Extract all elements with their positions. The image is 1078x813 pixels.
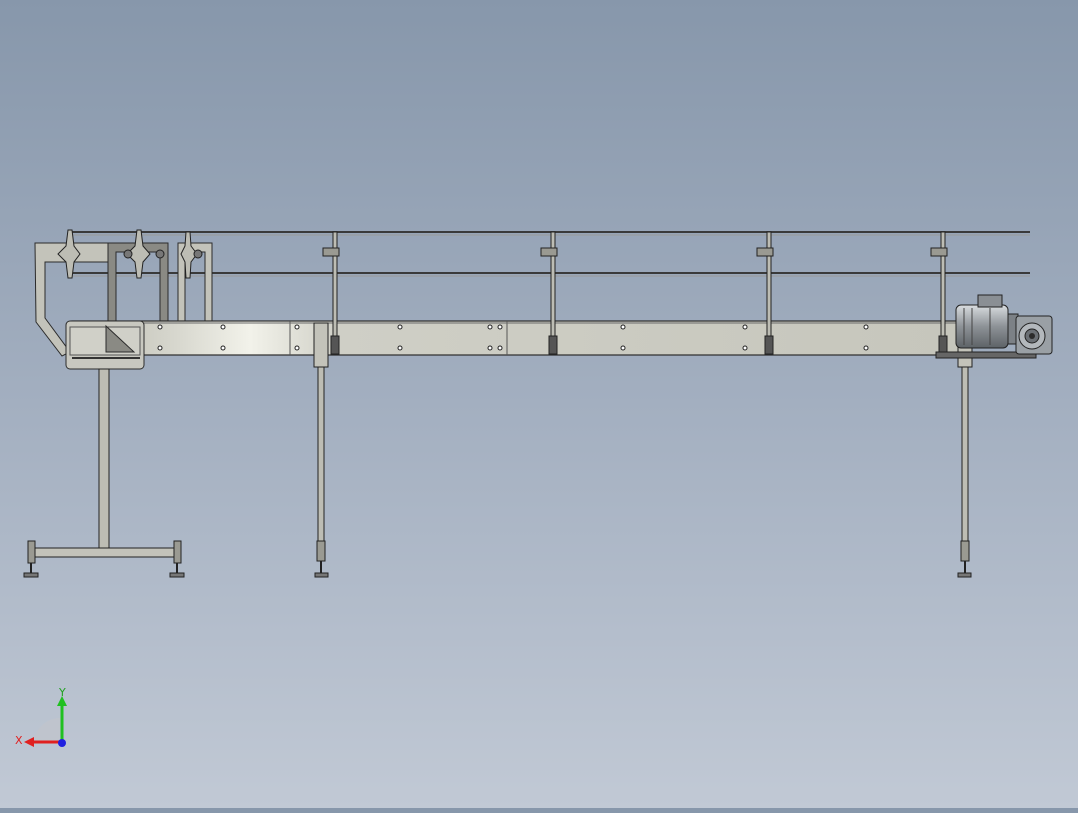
- coordinate-triad: Y X: [14, 686, 74, 750]
- drive-gearbox: [1015, 315, 1053, 355]
- cad-viewport[interactable]: Y X: [0, 0, 1078, 808]
- right-leg: [957, 322, 973, 578]
- conveyor-model[interactable]: [0, 0, 1078, 808]
- y-axis-label: Y: [58, 686, 66, 699]
- x-axis-label: X: [15, 734, 23, 747]
- left-stand: [23, 368, 185, 578]
- triad-sector: [34, 718, 60, 744]
- middle-leg: [313, 322, 329, 578]
- conveyor-beam: [65, 320, 963, 370]
- z-axis-dot: [58, 739, 66, 747]
